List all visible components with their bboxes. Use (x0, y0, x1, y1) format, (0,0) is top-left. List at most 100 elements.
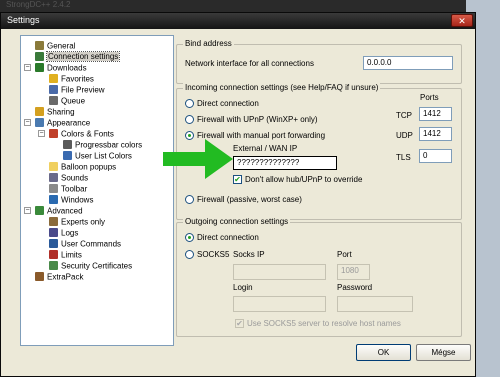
settings-tree[interactable]: General Connection settings Downloads − Favo… (20, 35, 174, 346)
socks-ip-input[interactable] (233, 264, 326, 280)
sounds-icon (49, 173, 58, 183)
direct-connection-label[interactable]: Direct connection (197, 99, 259, 108)
tree-item-label: Queue (61, 96, 86, 106)
general-icon (35, 41, 44, 51)
tree-item-label: Security Certificates (61, 261, 133, 271)
outgoing-direct-label[interactable]: Direct connection (197, 233, 259, 242)
network-interface-label: Network interface for all connections (185, 59, 314, 68)
socks5-label[interactable]: SOCKS5 (197, 250, 229, 259)
settings-dialog: Settings ✕ General Connection settings Dow… (0, 12, 476, 377)
tree-expander-icon[interactable]: − (24, 119, 31, 126)
password-label: Password (337, 283, 373, 292)
tree-item-limits[interactable]: Limits (49, 249, 82, 260)
direct-connection-radio[interactable] (185, 99, 194, 108)
resolve-hosts-checkbox[interactable]: ✔ (235, 319, 244, 328)
queue-icon (49, 96, 58, 106)
socks-port-input[interactable]: 1080 (337, 264, 370, 280)
tree-item-label: Sharing (47, 107, 75, 117)
override-label[interactable]: Don't allow hub/UPnP to override (245, 175, 362, 184)
network-interface-input[interactable]: 0.0.0.0 (363, 56, 453, 70)
password-input[interactable] (337, 296, 413, 312)
preview-icon (49, 85, 58, 95)
tree-item-logs[interactable]: Logs (49, 227, 78, 238)
green-arrow-icon (163, 139, 233, 179)
tree-item-label: Windows (61, 195, 94, 205)
upnp-radio[interactable] (185, 115, 194, 124)
upnp-label[interactable]: Firewall with UPnP (WinXP+ only) (197, 115, 318, 124)
tree-item-downloads[interactable]: Downloads (35, 62, 87, 73)
tree-item-label: Balloon popups (61, 162, 117, 172)
tree-item-file-preview[interactable]: File Preview (49, 84, 105, 95)
tree-item-user-list-colors[interactable]: User List Colors (63, 150, 132, 161)
tree-item-experts-only[interactable]: Experts only (49, 216, 105, 227)
close-button[interactable]: ✕ (451, 14, 473, 27)
background-app-title: StrongDC++ 2.4.2 (6, 0, 71, 9)
tree-item-label: Limits (61, 250, 82, 260)
tree-item-security-certificates[interactable]: Security Certificates (49, 260, 132, 271)
wan-ip-input[interactable]: ?????????????? (233, 156, 337, 170)
tree-item-label: User List Colors (75, 151, 132, 161)
override-checkbox[interactable]: ✔ (233, 175, 242, 184)
tree-expander-icon[interactable]: − (38, 130, 45, 137)
udp-port-input[interactable]: 1412 (419, 127, 452, 141)
tree-expander-icon[interactable]: − (24, 64, 31, 71)
tree-item-user-commands[interactable]: User Commands (49, 238, 121, 249)
tree-item-toolbar[interactable]: Toolbar (49, 183, 87, 194)
window-title: Settings (7, 15, 40, 25)
tree-item-favorites[interactable]: Favorites (49, 73, 94, 84)
ports-label: Ports (420, 93, 439, 102)
appearance-icon (35, 118, 44, 128)
tree-item-label: ExtraPack (47, 272, 84, 282)
bind-address-legend: Bind address (183, 39, 234, 48)
favorites-icon (49, 74, 58, 84)
socks5-radio[interactable] (185, 250, 194, 259)
passive-radio[interactable] (185, 195, 194, 204)
tree-item-queue[interactable]: Queue (49, 95, 85, 106)
tree-item-label: Colors & Fonts (61, 129, 114, 139)
sharing-icon (35, 107, 44, 117)
logs-icon (49, 228, 58, 238)
tree-item-colors-fonts[interactable]: Colors & Fonts (49, 128, 114, 139)
ok-button[interactable]: OK (356, 344, 411, 361)
progressbar-icon (63, 140, 72, 150)
experts-icon (49, 217, 58, 227)
tcp-port-input[interactable]: 1412 (419, 107, 452, 121)
tree-item-advanced[interactable]: Advanced (35, 205, 83, 216)
balloon-icon (49, 162, 58, 172)
tree-item-label: Downloads (47, 63, 87, 73)
usercmd-icon (49, 239, 58, 249)
passive-label[interactable]: Firewall (passive, worst case) (197, 195, 302, 204)
tcp-label: TCP (396, 111, 412, 120)
udp-label: UDP (396, 131, 413, 140)
outgoing-direct-radio[interactable] (185, 233, 194, 242)
tree-item-appearance[interactable]: Appearance (35, 117, 90, 128)
resolve-hosts-label[interactable]: Use SOCKS5 server to resolve host names (247, 319, 401, 328)
tree-expander-icon[interactable]: − (24, 207, 31, 214)
bind-address-group: Bind address Network interface for all c… (176, 39, 462, 84)
tls-port-input[interactable]: 0 (419, 149, 452, 163)
connection-icon (35, 52, 44, 62)
tree-item-label: File Preview (61, 85, 105, 95)
tree-item-label: Experts only (61, 217, 106, 227)
outgoing-legend: Outgoing connection settings (183, 217, 291, 226)
cancel-button[interactable]: Mégse (416, 344, 471, 361)
tree-item-connection-settings[interactable]: Connection settings (35, 51, 121, 63)
tree-item-balloon-popups[interactable]: Balloon popups (49, 161, 116, 172)
tree-item-label: User Commands (61, 239, 122, 249)
limits-icon (49, 250, 58, 260)
login-input[interactable] (233, 296, 326, 312)
userlist-icon (63, 151, 72, 161)
tree-item-progressbar-colors[interactable]: Progressbar colors (63, 139, 142, 150)
tree-item-label: Logs (61, 228, 79, 238)
tree-item-windows[interactable]: Windows (49, 194, 93, 205)
tree-item-label: Advanced (47, 206, 83, 216)
tree-item-general[interactable]: General (35, 40, 75, 51)
tree-item-extrapack[interactable]: ExtraPack (35, 271, 83, 282)
tree-item-sounds[interactable]: Sounds (49, 172, 88, 183)
tree-item-label: General (47, 41, 76, 51)
tree-item-label: Favorites (61, 74, 94, 84)
tree-item-sharing[interactable]: Sharing (35, 106, 75, 117)
colors-icon (49, 129, 58, 139)
tls-label: TLS (396, 153, 411, 162)
socks-ip-label: Socks IP (233, 250, 265, 259)
